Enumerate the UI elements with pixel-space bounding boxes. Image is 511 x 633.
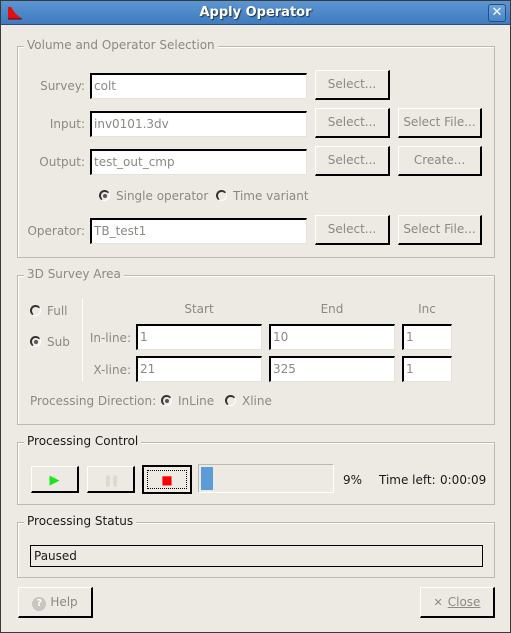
pause-icon: ❚❚ xyxy=(103,474,120,487)
inline-start-field[interactable]: 1 xyxy=(136,324,262,350)
column-header-inc: Inc xyxy=(418,302,436,316)
close-button[interactable]: ✕ Close xyxy=(420,587,495,618)
xline-end-field[interactable]: 325 xyxy=(269,356,395,382)
time-variant-radio[interactable]: Time variant xyxy=(216,189,309,203)
radio-unselected-icon xyxy=(30,305,41,316)
output-field[interactable]: test_out_cmp xyxy=(90,149,307,175)
operator-field[interactable]: TB_test1 xyxy=(90,218,307,244)
processing-status-label: Processing Status xyxy=(24,514,137,528)
inline-label: In-line: xyxy=(89,331,131,345)
xline-direction-label: Xline xyxy=(242,394,272,408)
xline-direction-radio[interactable]: Xline xyxy=(225,394,272,408)
survey-input[interactable]: colt xyxy=(90,73,307,99)
processing-direction-label: Processing Direction: xyxy=(30,394,157,408)
pause-button[interactable]: ❚❚ xyxy=(87,466,135,493)
radio-selected-icon xyxy=(30,336,41,347)
processing-control-label: Processing Control xyxy=(24,434,142,448)
window-title: Apply Operator xyxy=(199,5,312,20)
radio-selected-icon xyxy=(161,395,172,406)
close-icon: ✕ xyxy=(433,596,443,609)
progress-bar-fill xyxy=(201,467,213,490)
input-field[interactable]: inv0101.3dv xyxy=(90,111,307,137)
inline-direction-label: InLine xyxy=(178,394,215,408)
radio-unselected-icon xyxy=(216,190,227,201)
window-close-button[interactable]: ✕ xyxy=(488,4,506,22)
progress-percent: 9% xyxy=(343,473,363,487)
input-select-file-button[interactable]: Select File... xyxy=(398,108,482,138)
status-text: Paused xyxy=(30,545,483,567)
single-operator-label: Single operator xyxy=(116,189,209,203)
xline-start-field[interactable]: 21 xyxy=(136,356,262,382)
xline-label: X-line: xyxy=(93,363,131,377)
operator-select-file-button[interactable]: Select File... xyxy=(398,215,482,245)
title-bar[interactable]: Apply Operator ✕ xyxy=(1,1,510,25)
output-select-button[interactable]: Select... xyxy=(315,146,390,176)
input-label: Input: xyxy=(49,117,85,131)
help-icon: ? xyxy=(32,597,47,611)
column-header-start: Start xyxy=(184,302,214,316)
column-header-end: End xyxy=(320,302,344,316)
output-label: Output: xyxy=(39,155,85,169)
close-icon: ✕ xyxy=(491,5,503,20)
sub-label: Sub xyxy=(47,335,70,349)
full-label: Full xyxy=(47,304,68,318)
radio-unselected-icon xyxy=(225,395,236,406)
survey-select-button[interactable]: Select... xyxy=(315,70,390,100)
time-left-value: 0:00:09 xyxy=(440,473,487,487)
single-operator-radio[interactable]: Single operator xyxy=(99,189,208,203)
apply-operator-dialog: Apply Operator ✕ Volume and Operator Sel… xyxy=(0,0,511,633)
stop-icon: ■ xyxy=(161,473,173,487)
input-select-button[interactable]: Select... xyxy=(315,108,390,138)
xline-inc-field[interactable]: 1 xyxy=(402,356,452,382)
progress-bar xyxy=(198,464,334,493)
radio-selected-icon xyxy=(99,190,110,201)
survey-area-label: 3D Survey Area xyxy=(24,267,124,281)
operator-label: Operator: xyxy=(27,224,85,238)
full-radio[interactable]: Full xyxy=(30,304,68,318)
stop-button[interactable]: ■ xyxy=(142,465,192,494)
play-icon: ▶ xyxy=(49,473,60,488)
survey-area-separator xyxy=(82,298,83,382)
operator-select-button[interactable]: Select... xyxy=(315,215,390,245)
start-button[interactable]: ▶ xyxy=(31,466,79,493)
time-variant-label: Time variant xyxy=(233,189,309,203)
output-create-button[interactable]: Create... xyxy=(398,146,482,176)
help-button[interactable]: ? Help xyxy=(18,587,93,618)
survey-label: Survey: xyxy=(40,79,85,93)
volume-selection-label: Volume and Operator Selection xyxy=(24,38,218,52)
inline-inc-field[interactable]: 1 xyxy=(402,324,452,350)
inline-end-field[interactable]: 10 xyxy=(269,324,395,350)
help-label: Help xyxy=(50,595,78,609)
inline-direction-radio[interactable]: InLine xyxy=(161,394,214,408)
sub-radio[interactable]: Sub xyxy=(30,335,70,349)
close-label: Close xyxy=(447,595,481,609)
time-left-label: Time left: xyxy=(379,473,436,487)
